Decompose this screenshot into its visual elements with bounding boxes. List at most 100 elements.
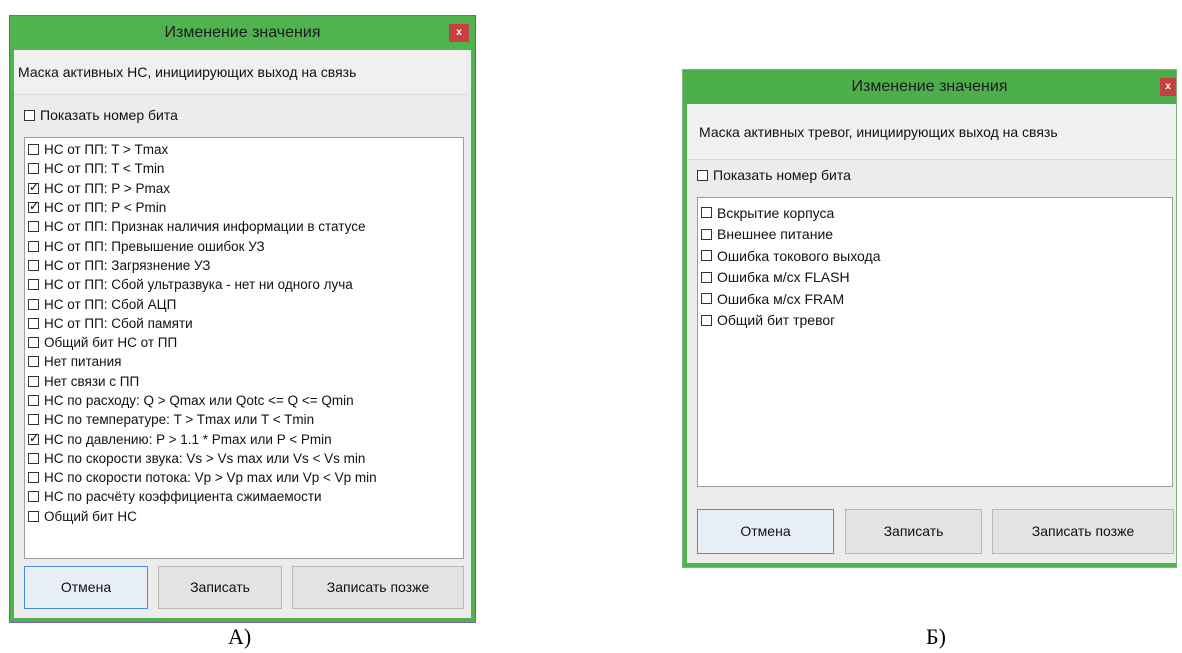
checkbox-box[interactable]: [697, 169, 708, 181]
list-item-label: Ошибка токового выхода: [717, 247, 881, 264]
dialog-b-title-bar[interactable]: Изменение значения: [683, 70, 1176, 104]
checkbox-unchecked[interactable]: [701, 271, 712, 283]
list-item-label: НС по расходу: Q > Qmax или Qotc <= Q <=…: [44, 393, 354, 408]
list-item-label: Ошибка м/сх FRAM: [717, 290, 845, 307]
list-item[interactable]: НС по расходу: Q > Qmax или Qotc <= Q <=…: [25, 391, 463, 410]
dialog-a: Изменение значения x Маска активных НС, …: [9, 15, 476, 623]
list-item[interactable]: НС от ПП: Превышение ошибок УЗ: [25, 236, 463, 255]
list-item[interactable]: НС от ПП: Признак наличия информации в с…: [25, 217, 463, 236]
list-item[interactable]: Вскрытие корпуса: [698, 202, 1172, 224]
checkbox-unchecked[interactable]: [28, 414, 39, 426]
list-item[interactable]: НС от ПП: Сбой ультразвука - нет ни одно…: [25, 275, 463, 294]
list-item[interactable]: Ошибка м/сх FRAM: [698, 288, 1172, 310]
checkbox-unchecked[interactable]: [701, 228, 712, 240]
checkbox-checked[interactable]: [28, 180, 39, 194]
dialog-b-title: Изменение значения: [851, 78, 1008, 95]
dialog-a-show-bit-checkbox[interactable]: Показать номер бита: [24, 105, 178, 125]
checkbox-checked[interactable]: [28, 199, 39, 214]
list-item[interactable]: НС по температуре: T > Tmax или T < Tmin: [25, 410, 463, 429]
checkbox-unchecked[interactable]: [28, 452, 39, 464]
list-item[interactable]: НС от ПП: T < Tmin: [25, 159, 463, 178]
cancel-button[interactable]: Отмена: [24, 566, 148, 609]
list-item-label: НС от ПП: Признак наличия информации в с…: [44, 219, 366, 235]
checkbox-unchecked[interactable]: [28, 163, 39, 175]
list-item-label: НС от ПП: Загрязнение УЗ: [44, 257, 211, 273]
write-later-button[interactable]: Записать позже: [292, 566, 464, 609]
list-item[interactable]: НС от ПП: Сбой АЦП: [25, 294, 463, 313]
dialog-b-frame-bottom: [683, 563, 1176, 567]
checkbox-unchecked[interactable]: [28, 240, 39, 252]
list-item-label: Внешнее питание: [717, 226, 834, 243]
dialog-a-close-button[interactable]: x: [449, 24, 469, 42]
dialog-a-frame-right: [471, 50, 475, 622]
write-later-button[interactable]: Записать позже: [992, 509, 1174, 554]
list-item-label: Ошибка м/сх FLASH: [717, 269, 850, 286]
list-item-label: НС от ПП: T > Tmax: [44, 142, 169, 158]
dialog-a-title-bar[interactable]: Изменение значения: [10, 16, 475, 50]
list-item[interactable]: Ошибка токового выхода: [698, 245, 1172, 267]
checkbox-unchecked[interactable]: [28, 144, 39, 156]
dialog-b-close-button[interactable]: x: [1160, 78, 1176, 96]
write-button[interactable]: Записать: [158, 566, 282, 609]
checkbox-unchecked[interactable]: [701, 314, 712, 326]
checkbox-unchecked[interactable]: [28, 259, 39, 271]
list-item-label: НС от ПП: Сбой ультразвука - нет ни одно…: [44, 277, 353, 293]
dialog-b-show-bit-checkbox[interactable]: Показать номер бита: [697, 165, 851, 185]
checkbox-unchecked[interactable]: [28, 491, 39, 503]
list-item[interactable]: НС от ПП: T > Tmax: [25, 140, 463, 159]
checkbox-unchecked[interactable]: [28, 395, 39, 406]
list-item[interactable]: Внешнее питание: [698, 224, 1172, 246]
checkbox-unchecked[interactable]: [28, 317, 39, 329]
checkbox-unchecked[interactable]: [28, 472, 39, 484]
list-item-label: НС по давлению: P > 1.1 * Pmax или P < P…: [44, 431, 332, 447]
list-item[interactable]: НС от ПП: Сбой памяти: [25, 314, 463, 333]
list-item[interactable]: НС по расчёту коэффициента сжимаемости: [25, 487, 463, 506]
checkbox-unchecked[interactable]: [28, 356, 39, 368]
list-item-label: НС от ПП: T < Tmin: [44, 161, 165, 177]
dialog-b: Изменение значения x Маска активных трев…: [682, 69, 1177, 568]
list-item[interactable]: НС от ПП: Загрязнение УЗ: [25, 256, 463, 275]
list-item[interactable]: Нет питания: [25, 352, 463, 371]
checkbox-checked[interactable]: [28, 431, 39, 445]
list-item[interactable]: НС по скорости звука: Vs > Vs max или Vs…: [25, 449, 463, 468]
list-item[interactable]: Ошибка м/сх FLASH: [698, 267, 1172, 289]
list-item-label: НС по расчёту коэффициента сжимаемости: [44, 489, 322, 505]
caption-a: А): [228, 624, 252, 649]
checkbox-unchecked[interactable]: [28, 221, 39, 233]
dialog-a-frame-bottom: [10, 618, 475, 622]
show-bit-label: Показать номер бита: [40, 107, 178, 123]
list-item-label: НС от ПП: Сбой памяти: [44, 315, 193, 331]
list-item-label: Общий бит НС: [44, 508, 137, 524]
list-item-label: НС от ПП: Превышение ошибок УЗ: [44, 238, 265, 254]
list-item[interactable]: НС по давлению: P > 1.1 * Pmax или P < P…: [25, 429, 463, 448]
list-item[interactable]: НС по скорости потока: Vp > Vp max или V…: [25, 468, 463, 487]
dialog-a-header: Маска активных НС, инициирующих выход на…: [14, 50, 466, 95]
checkbox-unchecked[interactable]: [701, 293, 712, 305]
list-item[interactable]: Общий бит НС: [25, 507, 463, 526]
list-item-label: НС от ПП: P > Pmax: [44, 180, 170, 196]
list-item[interactable]: Общий бит тревог: [698, 310, 1172, 332]
checkbox-unchecked[interactable]: [28, 510, 39, 522]
checkbox-unchecked[interactable]: [28, 279, 39, 291]
list-item-label: НС от ПП: Сбой АЦП: [44, 296, 177, 312]
list-item[interactable]: НС от ПП: P < Pmin: [25, 198, 463, 217]
list-item[interactable]: Общий бит НС от ПП: [25, 333, 463, 352]
list-item[interactable]: Нет связи с ПП: [25, 372, 463, 391]
list-item-label: НС по температуре: T > Tmax или T < Tmin: [44, 412, 315, 428]
list-item-label: НС по скорости потока: Vp > Vp max или V…: [44, 470, 377, 486]
dialog-a-bit-list[interactable]: НС от ПП: T > Tmax НС от ПП: T < Tmin НС о…: [24, 137, 464, 559]
checkbox-unchecked[interactable]: [701, 207, 712, 219]
dialog-b-frame-left: [683, 104, 687, 567]
checkbox-unchecked[interactable]: [28, 337, 39, 349]
list-item-label: Нет связи с ПП: [44, 373, 140, 389]
checkbox-unchecked[interactable]: [28, 375, 39, 387]
checkbox-box[interactable]: [24, 109, 35, 121]
list-item[interactable]: НС от ПП: P > Pmax: [25, 179, 463, 198]
dialog-b-header: Маска активных тревог, инициирующих выхо…: [687, 104, 1176, 160]
dialog-b-bit-list[interactable]: Вскрытие корпуса Внешнее питание Ошибка то…: [697, 197, 1173, 487]
write-button[interactable]: Записать: [845, 509, 982, 554]
dialog-a-title: Изменение значения: [164, 24, 321, 41]
checkbox-unchecked[interactable]: [701, 250, 712, 262]
checkbox-unchecked[interactable]: [28, 298, 39, 310]
cancel-button[interactable]: Отмена: [697, 509, 834, 554]
